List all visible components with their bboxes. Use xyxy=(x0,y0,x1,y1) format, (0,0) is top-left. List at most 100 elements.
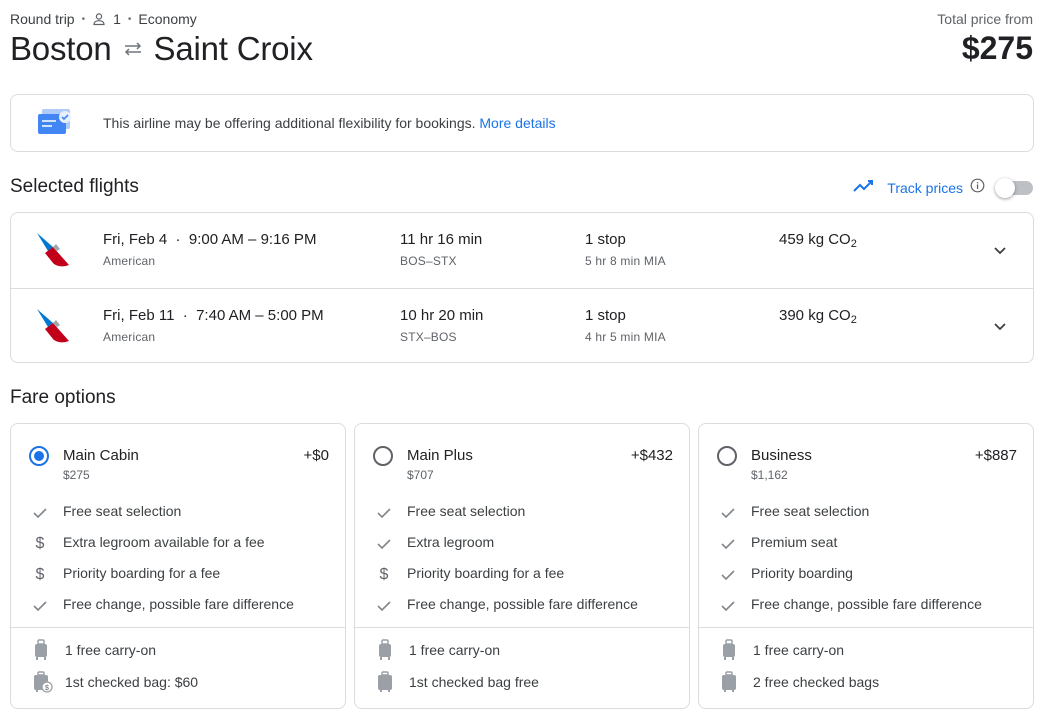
fare-price: $1,162 xyxy=(751,468,788,482)
fare-feature-text: Free change, possible fare difference xyxy=(63,596,294,612)
baggage-item: $1st checked bag: $60 xyxy=(11,671,345,693)
banner-text: This airline may be offering additional … xyxy=(103,115,556,131)
layover-text: 5 hr 8 min MIA xyxy=(585,254,666,268)
fare-feature-text: Priority boarding xyxy=(751,565,853,581)
baggage-text: 1 free carry-on xyxy=(65,642,157,658)
fare-feature: Free seat selection xyxy=(11,501,345,523)
fare-radio-button[interactable] xyxy=(717,446,737,466)
flight-time-range: 9:00 AM – 9:16 PM xyxy=(188,231,317,248)
fare-feature-text: Free seat selection xyxy=(407,503,526,519)
fare-feature: Free change, possible fare difference xyxy=(355,594,689,616)
check-icon xyxy=(719,535,737,553)
flexibility-banner: This airline may be offering additional … xyxy=(10,94,1034,152)
total-price-label: Total price from xyxy=(937,11,1033,27)
flight-stops: 1 stop 5 hr 8 min MIA xyxy=(585,231,666,268)
airline-name: American xyxy=(103,330,156,344)
toggle-knob xyxy=(995,178,1015,198)
round-trip-arrows-icon xyxy=(122,41,144,57)
baggage-item: 1 free carry-on xyxy=(11,639,345,661)
fare-card[interactable]: Main Cabin $275 +$0 Free seat selection $ Ext… xyxy=(10,423,346,709)
baggage-text: 2 free checked bags xyxy=(753,674,880,690)
check-icon xyxy=(375,597,393,615)
flight-row[interactable]: Fri, Feb 11 · 7:40 AM – 5:00 PM American… xyxy=(11,288,1033,363)
baggage-text: 1 free carry-on xyxy=(753,642,845,658)
fare-divider xyxy=(355,627,689,628)
carry-on-icon xyxy=(33,639,49,666)
fare-price: $707 xyxy=(407,468,434,482)
fare-feature-text: Premium seat xyxy=(751,534,838,550)
banner-message: This airline may be offering additional … xyxy=(103,115,476,131)
person-icon xyxy=(92,12,106,26)
check-icon xyxy=(375,535,393,553)
fare-divider xyxy=(699,627,1033,628)
baggage-item: 1st checked bag free xyxy=(355,671,689,693)
fare-card[interactable]: Business $1,162 +$887 Free seat selection Pr… xyxy=(698,423,1034,709)
dollar-icon: $ xyxy=(379,566,389,583)
fare-card[interactable]: Main Plus $707 +$432 Free seat selection Ext… xyxy=(354,423,690,709)
fare-price: $275 xyxy=(63,468,90,482)
flight-stops: 1 stop 4 hr 5 min MIA xyxy=(585,307,666,344)
co2-subscript: 2 xyxy=(850,238,857,250)
fare-feature-text: Priority boarding for a fee xyxy=(407,565,565,581)
track-prices-toggle[interactable] xyxy=(995,178,1033,198)
total-price: $275 xyxy=(961,30,1033,66)
fare-options-heading: Fare options xyxy=(10,387,116,408)
co2-value: 390 kg CO xyxy=(779,307,851,324)
chevron-down-icon[interactable] xyxy=(993,243,1007,261)
fare-feature: Extra legroom xyxy=(355,532,689,554)
chevron-down-icon[interactable] xyxy=(993,319,1007,337)
flight-date-times: Fri, Feb 4 · 9:00 AM – 9:16 PM xyxy=(103,231,317,248)
fare-feature-text: Free seat selection xyxy=(63,503,182,519)
co2-text: 390 kg CO2 xyxy=(779,307,857,326)
ticket-check-icon xyxy=(36,107,74,142)
baggage-text: 1st checked bag: $60 xyxy=(65,674,199,690)
fare-radio-button[interactable] xyxy=(29,446,49,466)
fare-feature: $ Priority boarding for a fee xyxy=(11,563,345,585)
carry-on-icon xyxy=(377,639,393,666)
checked-bag-icon xyxy=(377,671,393,698)
check-icon xyxy=(719,597,737,615)
fare-name: Main Plus xyxy=(407,447,473,464)
dollar-icon: $ xyxy=(35,535,45,552)
fare-radio-button[interactable] xyxy=(373,446,393,466)
flight-emissions: 459 kg CO2 xyxy=(779,231,857,250)
fare-feature-text: Priority boarding for a fee xyxy=(63,565,221,581)
fare-name: Main Cabin xyxy=(63,447,139,464)
fare-feature-text: Extra legroom xyxy=(407,534,495,550)
baggage-item: 1 free carry-on xyxy=(355,639,689,661)
selected-flights-heading: Selected flights xyxy=(10,176,139,197)
route-title: Boston Saint Croix xyxy=(10,30,313,68)
svg-text:$: $ xyxy=(45,685,49,692)
american-airlines-logo-icon xyxy=(33,307,73,350)
fare-feature: Free change, possible fare difference xyxy=(11,594,345,616)
baggage-item: 1 free carry-on xyxy=(699,639,1033,661)
flight-duration: 10 hr 20 min STX–BOS xyxy=(400,307,483,344)
more-details-link[interactable]: More details xyxy=(479,115,555,131)
duration-text: 10 hr 20 min xyxy=(400,307,484,324)
check-icon xyxy=(719,504,737,522)
check-icon xyxy=(719,566,737,584)
fare-feature: $ Extra legroom available for a fee xyxy=(11,532,345,554)
track-prices[interactable]: Track prices xyxy=(853,177,1033,199)
flight-date: Fri, Feb 4 xyxy=(103,231,168,248)
fare-feature: Free change, possible fare difference xyxy=(699,594,1033,616)
checked-bag-icon xyxy=(721,671,737,698)
fare-feature-text: Free seat selection xyxy=(751,503,870,519)
baggage-text: 1st checked bag free xyxy=(409,674,539,690)
dollar-icon: $ xyxy=(35,566,45,583)
fare-feature-text: Free change, possible fare difference xyxy=(407,596,638,612)
route-code: BOS–STX xyxy=(400,254,457,268)
flight-duration: 11 hr 16 min BOS–STX xyxy=(400,231,482,268)
fare-feature-text: Extra legroom available for a fee xyxy=(63,534,265,550)
track-prices-label[interactable]: Track prices xyxy=(887,180,963,196)
flight-date-times: Fri, Feb 11 · 7:40 AM – 5:00 PM xyxy=(103,307,324,324)
flight-date: Fri, Feb 11 xyxy=(103,307,175,324)
flight-row[interactable]: Fri, Feb 4 · 9:00 AM – 9:16 PM American … xyxy=(11,213,1033,288)
fare-feature: $ Priority boarding for a fee xyxy=(355,563,689,585)
baggage-item: 2 free checked bags xyxy=(699,671,1033,693)
carry-on-icon xyxy=(721,639,737,666)
info-icon[interactable] xyxy=(970,178,985,198)
fare-price-difference: +$887 xyxy=(974,447,1017,464)
checked-bag-fee-icon: $ xyxy=(33,671,53,698)
stops-text: 1 stop xyxy=(585,231,626,248)
